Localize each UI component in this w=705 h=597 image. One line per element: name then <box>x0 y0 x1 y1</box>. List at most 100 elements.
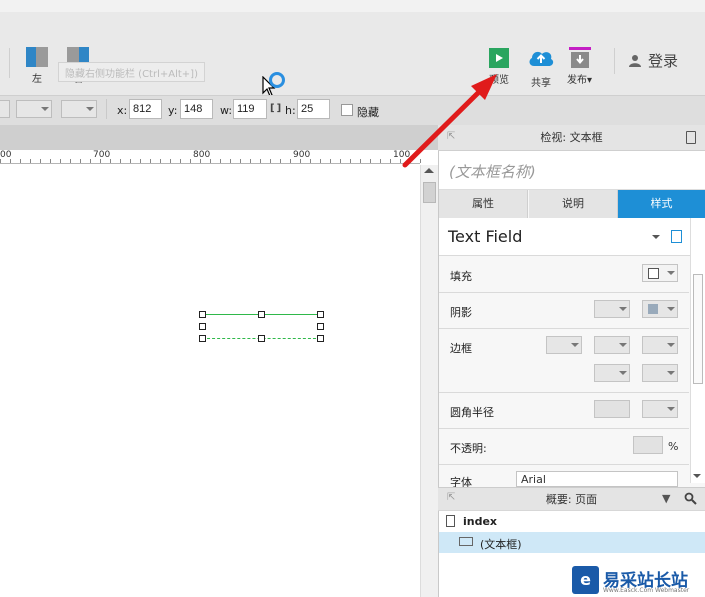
page-icon <box>446 515 455 527</box>
y-input[interactable] <box>180 99 213 119</box>
page-icon[interactable] <box>686 131 696 144</box>
inspector-title: 检视: 文本框 <box>540 131 603 144</box>
tab-style[interactable]: 样式 <box>618 190 705 218</box>
fill-row: 填充 <box>439 257 689 293</box>
x-input[interactable] <box>129 99 162 119</box>
line-style-dropdown[interactable] <box>16 100 52 118</box>
corner-dropdown[interactable] <box>642 400 678 418</box>
outer-shadow-dropdown[interactable] <box>594 300 630 318</box>
publish-button[interactable]: 发布▾ <box>567 47 592 86</box>
style-selector[interactable]: Text Field <box>439 218 690 256</box>
ruler-tick <box>100 159 101 163</box>
ruler-tick <box>240 159 241 163</box>
resize-handle[interactable] <box>317 311 324 318</box>
canvas-scrollbar[interactable] <box>420 165 438 597</box>
dock-left-button[interactable]: 左 <box>26 47 48 85</box>
ruler-tick <box>280 159 281 163</box>
ruler-tick <box>250 159 251 163</box>
font-select[interactable]: Arial <box>516 471 678 487</box>
resize-handle[interactable] <box>199 323 206 330</box>
inspector-scrollbar[interactable] <box>690 218 705 483</box>
collapse-arrow-icon[interactable]: ⇱ <box>447 492 455 503</box>
h-label: h: <box>285 104 296 117</box>
shadow-label: 阴影 <box>450 306 472 319</box>
resize-handle[interactable] <box>317 335 324 342</box>
ruler-tick <box>310 159 311 163</box>
hide-checkbox[interactable] <box>341 104 353 116</box>
inner-shadow-dropdown[interactable] <box>642 300 678 318</box>
opacity-input[interactable] <box>633 436 663 454</box>
outline-item-label: (文本框) <box>480 538 522 551</box>
toolbar-divider <box>614 48 615 74</box>
textbox-icon <box>459 537 473 546</box>
scroll-down-icon[interactable] <box>693 474 701 478</box>
ruler-tick <box>0 159 1 163</box>
ruler-tick <box>140 159 141 163</box>
ruler-tick <box>350 159 351 163</box>
ruler-tick <box>290 159 291 163</box>
title-strip <box>0 0 705 12</box>
radius-label: 圆角半径 <box>450 406 494 419</box>
ruler-tick <box>320 159 321 163</box>
ruler-tick <box>230 159 231 163</box>
share-button[interactable]: 共享 <box>527 46 555 89</box>
ruler-tick <box>90 159 91 163</box>
font-row: 字体 Arial <box>439 465 689 489</box>
login-button[interactable]: 登录 <box>628 50 678 71</box>
ruler-label: 800 <box>193 150 211 160</box>
ruler-label: 700 <box>93 150 111 160</box>
border-visibility-dropdown[interactable] <box>594 364 630 382</box>
ruler-tick <box>210 159 211 163</box>
w-input[interactable] <box>233 99 267 119</box>
ruler-tick <box>60 159 61 163</box>
radius-row: 圆角半径 <box>439 393 689 429</box>
border-width-dropdown[interactable] <box>594 336 630 354</box>
ruler-tick <box>360 159 361 163</box>
resize-handle[interactable] <box>258 311 265 318</box>
publish-dropdown-caret: ▾ <box>587 75 593 86</box>
dock-left-label: 左 <box>32 74 42 85</box>
share-label: 共享 <box>531 78 551 89</box>
align-dropdown[interactable] <box>0 100 10 118</box>
dock-left-icon <box>26 47 48 67</box>
ruler-tick <box>30 159 31 163</box>
search-icon[interactable] <box>684 492 697 505</box>
filter-icon[interactable]: ▼ <box>662 492 670 505</box>
scroll-thumb[interactable] <box>423 182 436 203</box>
design-canvas[interactable] <box>0 165 420 597</box>
ruler-tick <box>110 159 111 163</box>
ruler-tick <box>380 159 381 163</box>
horizontal-ruler: 00 700 800 900 100 <box>0 150 421 164</box>
resize-handle[interactable] <box>199 311 206 318</box>
scroll-thumb[interactable] <box>693 274 703 384</box>
list-style-dropdown[interactable] <box>61 100 97 118</box>
h-input[interactable] <box>297 99 330 119</box>
radius-input[interactable] <box>594 400 630 418</box>
border-color-dropdown[interactable] <box>546 336 582 354</box>
border-style-dropdown[interactable] <box>642 336 678 354</box>
login-label: 登录 <box>648 52 679 70</box>
preview-icon <box>489 48 509 68</box>
outline-item-selected[interactable]: (文本框) <box>439 532 705 553</box>
outline-page-name[interactable]: index <box>463 515 497 528</box>
watermark-icon: e <box>572 566 599 594</box>
tab-notes[interactable]: 说明 <box>529 190 618 218</box>
watermark-subtitle: Www.Easck.Com Webmaster <box>603 587 690 594</box>
ruler-tick <box>200 159 201 163</box>
lock-aspect-icon[interactable]: [ ] <box>270 103 281 114</box>
resize-handle[interactable] <box>258 335 265 342</box>
edit-style-icon[interactable] <box>671 230 682 243</box>
opacity-label: 不透明: <box>450 442 487 455</box>
resize-handle[interactable] <box>317 323 324 330</box>
fill-color-picker[interactable] <box>642 264 678 282</box>
resize-handle[interactable] <box>199 335 206 342</box>
ruler-tick <box>220 159 221 163</box>
tab-properties[interactable]: 属性 <box>439 190 528 218</box>
ruler-tick <box>70 159 71 163</box>
hide-label: 隐藏 <box>357 106 379 119</box>
ruler-tick <box>260 159 261 163</box>
ruler-tick <box>340 159 341 163</box>
ruler-tick <box>180 159 181 163</box>
arrow-style-dropdown[interactable] <box>642 364 678 382</box>
ruler-tick <box>190 159 191 163</box>
